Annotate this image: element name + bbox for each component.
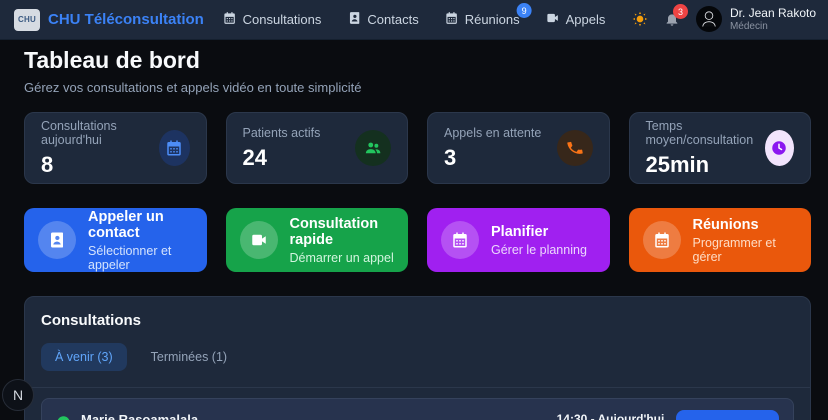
consultations-list: Marie Rasoamalala Consultation générale … — [25, 387, 810, 420]
tab-upcoming[interactable]: À venir (3) — [41, 343, 127, 371]
tab-completed[interactable]: Terminées (1) — [137, 343, 241, 371]
nav-label: Appels — [565, 12, 606, 27]
chu-logo: CHU — [14, 8, 40, 31]
users-icon — [355, 130, 391, 166]
contact-book-icon — [347, 11, 361, 28]
navbar-right: 3 Dr. Jean Rakoto Médecin — [632, 4, 816, 33]
call-contact-button[interactable]: Appeler un contact Sélectionner et appel… — [24, 208, 207, 272]
contact-book-icon — [38, 221, 76, 259]
video-icon — [546, 11, 560, 28]
stat-value: 25min — [645, 151, 710, 177]
patient-name: Marie Rasoamalala — [81, 412, 199, 420]
nav-item-reunions[interactable]: Réunions 9 — [445, 3, 532, 28]
calendar-icon — [642, 221, 681, 259]
user-role: Médecin — [729, 20, 768, 32]
stats-row: Consultations aujourd'hui 8 Patients act… — [24, 112, 811, 184]
action-title: Consultation rapide — [289, 215, 379, 248]
action-title: Planifier — [491, 223, 549, 240]
nav-label: Consultations — [242, 12, 322, 27]
nav-label: Contacts — [367, 12, 419, 27]
calendar-icon — [441, 221, 479, 259]
user-name: Dr. Jean Rakoto — [729, 6, 816, 21]
stat-label: Consultations aujourd'hui — [41, 118, 117, 147]
stat-card-waiting-calls: Appels en attente 3 — [427, 112, 610, 184]
nav-item-appels[interactable]: Appels — [546, 11, 606, 28]
action-subtitle: Programmer et gérer — [692, 235, 776, 264]
consultations-panel: Consultations À venir (3) Terminées (1) … — [24, 296, 811, 420]
stat-card-active-patients: Patients actifs 24 — [225, 112, 408, 184]
check-circle-icon — [56, 415, 71, 420]
page-subtitle: Gérez vos consultations et appels vidéo … — [24, 80, 362, 95]
consultation-row[interactable]: Marie Rasoamalala Consultation générale … — [41, 398, 794, 420]
calendar-icon — [445, 11, 459, 28]
phone-icon — [556, 130, 593, 166]
reunions-count-badge: 9 — [516, 3, 532, 18]
consultation-time: 14:30 - Aujourd'hui — [556, 412, 665, 420]
stat-value: 3 — [444, 144, 457, 170]
brand[interactable]: CHU CHU Téléconsultation — [14, 8, 204, 31]
action-subtitle: Gérer le planning — [491, 242, 587, 257]
stat-value: 24 — [242, 144, 267, 170]
stat-label: Patients actifs — [242, 125, 321, 140]
consultations-tabs: À venir (3) Terminées (1) — [41, 343, 794, 387]
page-title: Tableau de bord — [24, 47, 200, 73]
plan-button[interactable]: Planifier Gérer le planning — [427, 208, 610, 272]
theme-toggle-sun-icon[interactable] — [632, 11, 648, 27]
brand-title: CHU Téléconsultation — [48, 11, 204, 28]
join-button[interactable]: Rejoindre — [676, 410, 779, 420]
quick-consultation-button[interactable]: Consultation rapide Démarrer un appel — [225, 208, 408, 272]
notifications-bell[interactable]: 3 — [664, 4, 688, 27]
main-nav: Consultations Contacts Réunions 9 Appels — [223, 3, 606, 28]
consultations-panel-title: Consultations — [41, 312, 141, 329]
action-title: Réunions — [692, 216, 759, 233]
stat-label: Appels en attente — [444, 125, 542, 140]
stat-card-consultations-today: Consultations aujourd'hui 8 — [24, 112, 207, 184]
nav-item-consultations[interactable]: Consultations — [223, 11, 322, 28]
calendar-icon — [223, 11, 237, 28]
notifications-count-badge: 3 — [672, 4, 688, 20]
stat-value: 8 — [41, 151, 54, 177]
clock-icon — [764, 130, 794, 166]
action-subtitle: Démarrer un appel — [289, 250, 394, 265]
floating-n-badge[interactable]: N — [2, 379, 34, 411]
user-menu[interactable]: Dr. Jean Rakoto Médecin — [695, 6, 816, 33]
action-subtitle: Sélectionner et appeler — [88, 243, 172, 272]
stat-card-average-time: Temps moyen/consultation 25min — [628, 112, 811, 184]
stat-label: Temps moyen/consultation — [645, 118, 754, 147]
action-title: Appeler un contact — [88, 208, 164, 241]
meetings-button[interactable]: Réunions Programmer et gérer — [628, 208, 811, 272]
nav-item-contacts[interactable]: Contacts — [347, 11, 419, 28]
video-icon — [239, 221, 278, 259]
consultations-panel-header: Consultations À venir (3) Terminées (1) — [25, 297, 810, 387]
avatar — [695, 6, 722, 33]
calendar-icon — [159, 130, 190, 166]
person-icon — [702, 11, 716, 28]
top-navbar: CHU CHU Téléconsultation Consultations C… — [0, 0, 828, 40]
quick-actions-row: Appeler un contact Sélectionner et appel… — [24, 208, 811, 272]
nav-label: Réunions — [464, 12, 520, 27]
dashboard-main: Tableau de bord Gérez vos consultations … — [24, 47, 811, 420]
